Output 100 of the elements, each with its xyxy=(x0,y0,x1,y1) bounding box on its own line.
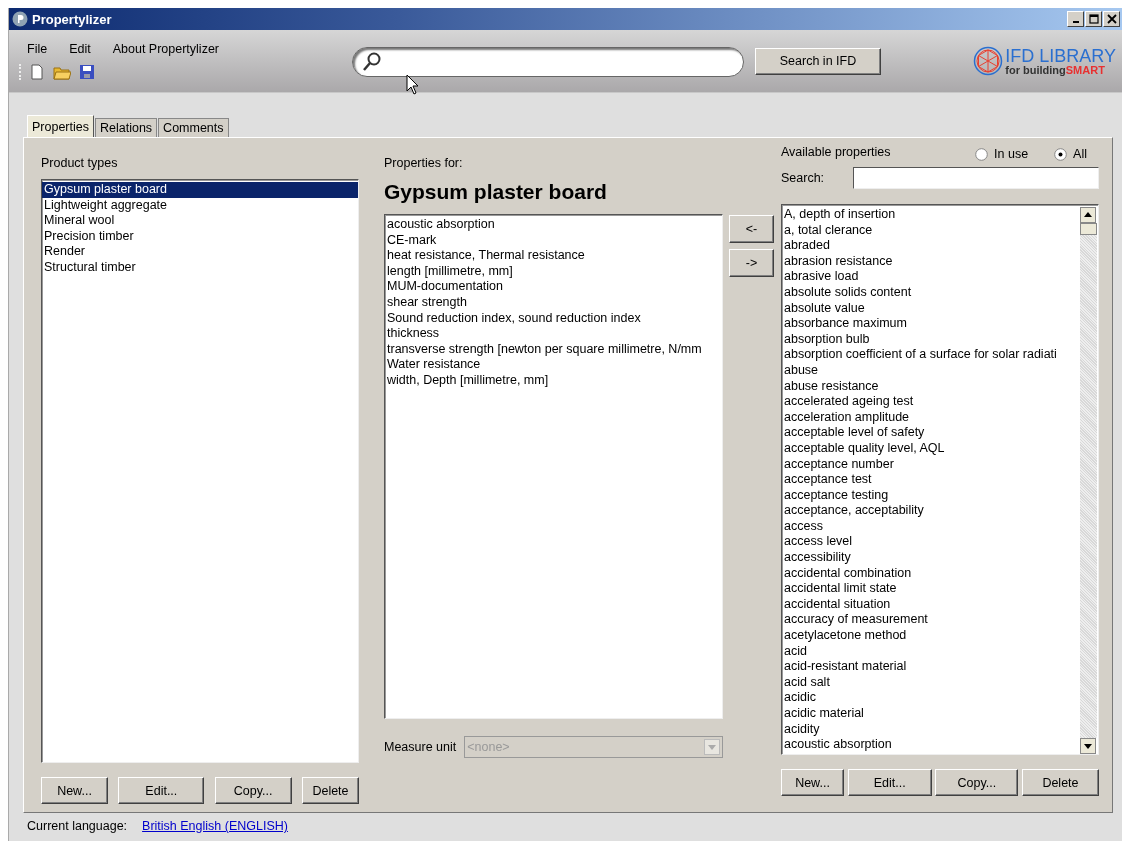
list-item[interactable]: abrasion resistance xyxy=(782,253,1080,270)
list-item[interactable]: absolute value xyxy=(782,300,1080,317)
list-item[interactable]: absorbance maximum xyxy=(782,316,1080,332)
filter-radio[interactable]: All xyxy=(1054,145,1087,163)
list-item[interactable]: abuse xyxy=(782,362,1080,379)
list-item[interactable]: acid salt xyxy=(782,674,1080,691)
list-item[interactable]: Precision timber xyxy=(42,228,358,245)
list-item[interactable]: access level xyxy=(782,534,1080,551)
window-title: Propertylizer xyxy=(32,11,112,27)
list-item[interactable]: acceptance number xyxy=(782,456,1080,473)
list-item[interactable]: accidental combination xyxy=(782,565,1080,582)
status-label: Current language: xyxy=(27,819,128,833)
action-button[interactable]: Edit... xyxy=(118,777,205,804)
logo-icon xyxy=(973,46,1004,76)
section-label: Product types xyxy=(41,156,119,172)
list-item[interactable]: abrasive load xyxy=(782,269,1080,285)
filter-radio[interactable]: In use xyxy=(975,145,1029,163)
minimize-icon xyxy=(1072,21,1079,23)
list-item[interactable]: CE-mark xyxy=(385,232,722,249)
list-item[interactable]: Structural timber xyxy=(42,259,358,276)
search-button[interactable]: Search in IFD xyxy=(755,47,881,75)
list-item[interactable]: Lightweight aggregate xyxy=(42,197,358,214)
list-item[interactable]: acceleration amplitude xyxy=(782,409,1080,426)
list-item[interactable]: acceptable level of safety xyxy=(782,425,1080,441)
section-label: Available properties xyxy=(781,145,891,161)
list-item[interactable]: shear strength xyxy=(385,294,722,311)
list-item[interactable]: Water resistance xyxy=(385,357,722,373)
list-item[interactable]: acoustic absorption xyxy=(385,217,722,233)
action-button[interactable]: Delete xyxy=(302,777,359,804)
save-icon[interactable] xyxy=(79,64,95,80)
scroll-thumb[interactable] xyxy=(1080,223,1097,235)
list-item[interactable]: heat resistance, Thermal resistance xyxy=(385,248,722,264)
list-item[interactable]: acceptance, acceptability xyxy=(782,503,1080,519)
list-item[interactable]: acceptance testing xyxy=(782,487,1080,504)
list-item[interactable]: transverse strength [newton per square millimetre, N/mm xyxy=(385,341,722,358)
list-item[interactable]: absorption coefficient of a surface for solar radiati xyxy=(782,347,1080,363)
list-item[interactable]: abuse resistance xyxy=(782,378,1080,395)
list-item[interactable]: Render xyxy=(42,244,358,260)
tab[interactable]: Comments xyxy=(158,118,229,137)
scrollbar[interactable] xyxy=(1080,207,1097,754)
list-item[interactable]: MUM-documentation xyxy=(385,279,722,295)
action-button[interactable]: Edit... xyxy=(847,769,932,796)
list-item[interactable]: access xyxy=(782,518,1080,535)
action-button[interactable]: Copy... xyxy=(214,777,292,804)
new-file-icon[interactable] xyxy=(29,64,45,80)
list-item[interactable]: acceptance test xyxy=(782,472,1080,488)
list-item[interactable]: a, total clerance xyxy=(782,222,1080,239)
list-item[interactable]: acoustic absorption xyxy=(782,737,1080,753)
scroll-down-icon[interactable] xyxy=(1080,738,1096,754)
product-heading: Gypsum plaster board xyxy=(384,180,608,205)
list-item[interactable]: acidic xyxy=(782,690,1080,706)
search-icon xyxy=(361,51,383,73)
logo-subtitle: for building xyxy=(1005,63,1066,76)
tab[interactable]: Relations xyxy=(95,118,158,137)
list-item[interactable]: absorption bulb xyxy=(782,331,1080,348)
list-item[interactable]: abraded xyxy=(782,238,1080,254)
menu-item[interactable]: Edit xyxy=(69,42,91,56)
list-item[interactable]: length [millimetre, mm] xyxy=(385,263,722,280)
maximize-icon xyxy=(1088,14,1099,24)
logo-subtitle-accent: SMART xyxy=(1065,63,1105,76)
pointer-cursor-icon xyxy=(406,74,420,96)
move-button[interactable]: -> xyxy=(729,249,774,277)
list-item[interactable]: acidic material xyxy=(782,706,1080,722)
list-item[interactable]: accidental situation xyxy=(782,596,1080,613)
list-item[interactable]: Gypsum plaster board xyxy=(42,182,358,198)
list-item[interactable]: Mineral wool xyxy=(42,213,358,229)
close-button[interactable] xyxy=(1103,11,1120,27)
move-button[interactable]: <- xyxy=(729,215,774,243)
logo-title: IFD LIBRARY xyxy=(1005,46,1116,65)
menu-item[interactable]: File xyxy=(27,42,48,56)
list-item[interactable]: absolute solids content xyxy=(782,284,1080,301)
list-item[interactable]: width, Depth [millimetre, mm] xyxy=(385,372,722,389)
scroll-up-icon[interactable] xyxy=(1080,207,1096,223)
action-button[interactable]: Delete xyxy=(1021,769,1099,796)
minimize-button[interactable] xyxy=(1067,11,1084,27)
menu-item[interactable]: About Propertylizer xyxy=(112,42,219,56)
language-link[interactable]: British English (ENGLISH) xyxy=(142,819,288,833)
list-item[interactable]: acid-resistant material xyxy=(782,659,1080,675)
tab[interactable]: Properties xyxy=(27,115,94,137)
list-item[interactable]: acid xyxy=(782,643,1080,660)
list-item[interactable]: acetylacetone method xyxy=(782,628,1080,644)
action-button[interactable]: New... xyxy=(41,777,108,804)
app-icon xyxy=(12,11,28,27)
list-item[interactable]: Sound reduction index, sound reduction index xyxy=(385,310,722,327)
section-label: Properties for: xyxy=(384,156,464,172)
list-item[interactable]: acceptable quality level, AQL xyxy=(782,440,1080,457)
field-label: Measure unit xyxy=(384,740,457,754)
list-item[interactable]: acidity xyxy=(782,721,1080,738)
list-item[interactable]: accessibility xyxy=(782,550,1080,566)
field-label: Search: xyxy=(781,171,825,185)
list-item[interactable]: accidental limit state xyxy=(782,581,1080,597)
list-item[interactable]: accuracy of measurement xyxy=(782,612,1080,629)
maximize-button[interactable] xyxy=(1085,11,1102,27)
search-field[interactable] xyxy=(352,47,744,77)
search-field[interactable] xyxy=(853,167,1099,189)
list-item[interactable]: thickness xyxy=(385,326,722,342)
list-item[interactable]: accelerated ageing test xyxy=(782,394,1080,410)
action-button[interactable]: New... xyxy=(781,769,844,796)
action-button[interactable]: Copy... xyxy=(935,769,1019,796)
list-item[interactable]: A, depth of insertion xyxy=(782,207,1080,223)
